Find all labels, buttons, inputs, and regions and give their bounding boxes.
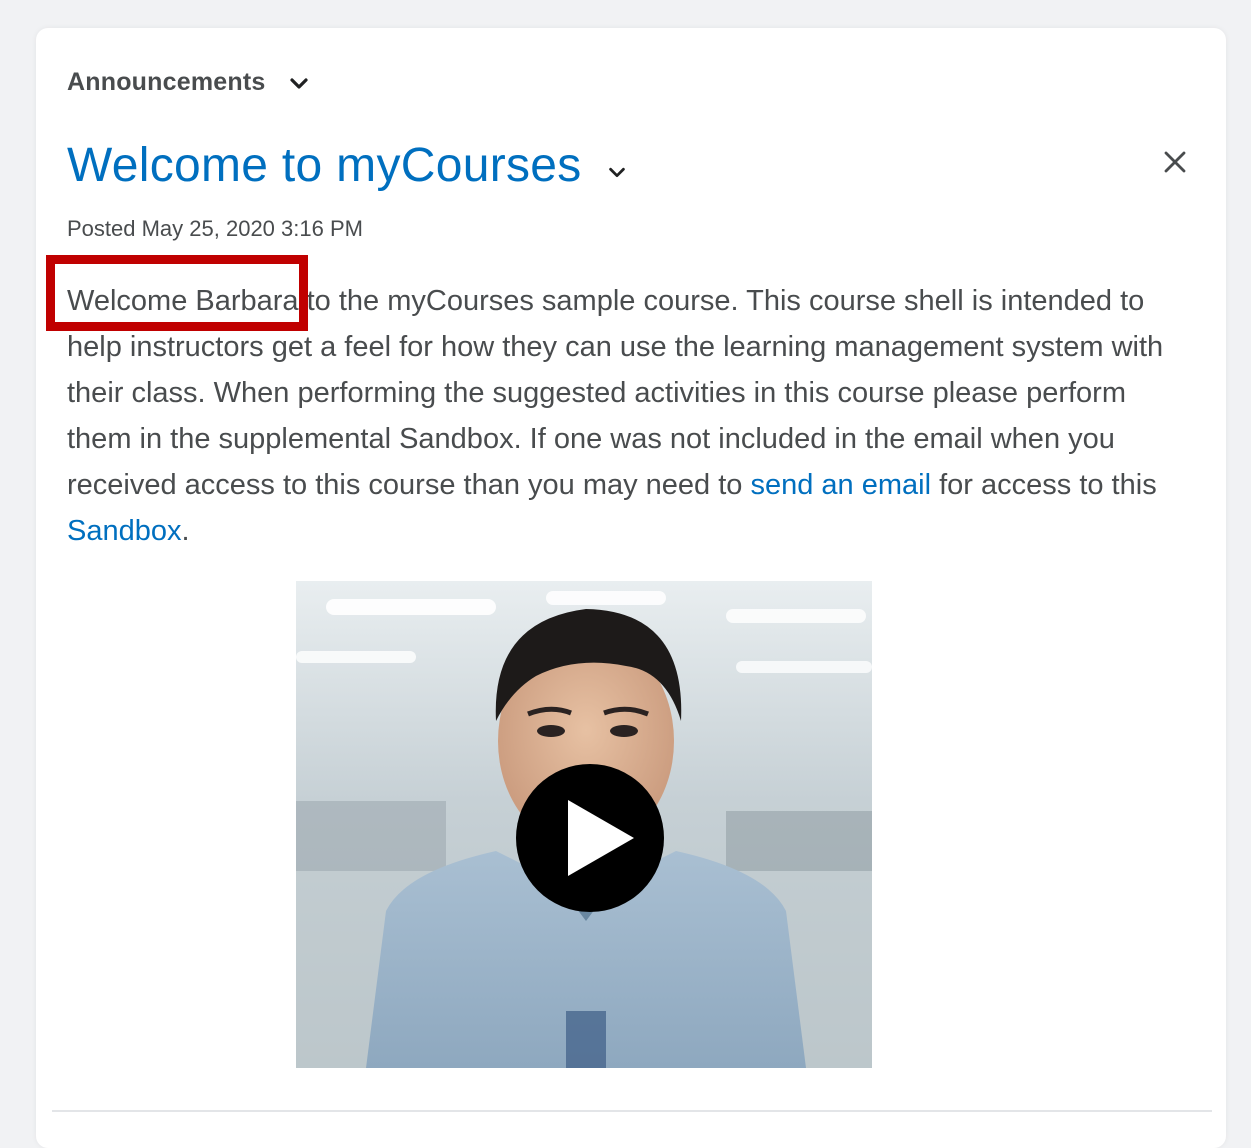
posted-date: Posted May 25, 2020 3:16 PM [67, 216, 363, 241]
body-text-part: . [181, 515, 190, 547]
announcements-widget: Announcements Welcome to myCourses Poste… [36, 28, 1226, 1148]
highlight-annotation-box [46, 255, 308, 331]
chevron-down-icon[interactable] [606, 161, 628, 183]
widget-title: Announcements [67, 68, 266, 96]
widget-header: Announcements [67, 68, 311, 97]
chevron-down-icon[interactable] [287, 71, 311, 95]
announcement-title-row: Welcome to myCourses [67, 138, 628, 193]
body-text-part: for access to this [931, 469, 1157, 501]
play-icon[interactable] [516, 764, 664, 912]
close-icon[interactable] [1162, 149, 1188, 175]
send-email-link[interactable]: send an email [750, 469, 931, 501]
video-player[interactable] [296, 581, 872, 1068]
announcement-title-link[interactable]: Welcome to myCourses [67, 138, 582, 193]
sandbox-link[interactable]: Sandbox [67, 515, 182, 547]
divider [52, 1110, 1212, 1112]
